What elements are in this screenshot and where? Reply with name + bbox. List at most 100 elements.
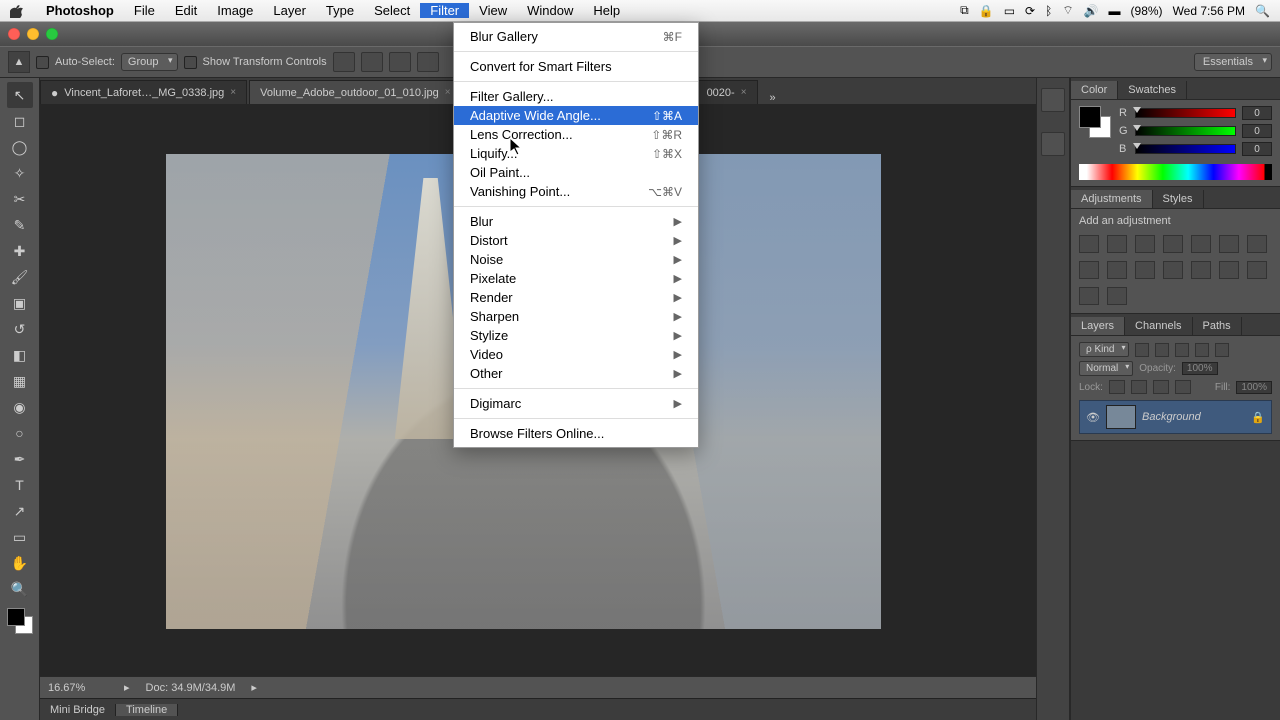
auto-select-mode[interactable]: Group: [121, 53, 178, 71]
threshold-icon[interactable]: [1247, 261, 1267, 279]
filter-menu-item[interactable]: Browse Filters Online...: [454, 424, 698, 443]
battery-icon[interactable]: ▬: [1109, 4, 1121, 18]
lookup-icon[interactable]: [1163, 261, 1183, 279]
menu-file[interactable]: File: [124, 3, 165, 18]
mini-bridge-tab[interactable]: Mini Bridge: [40, 704, 116, 716]
filter-menu-item[interactable]: Noise▶: [454, 250, 698, 269]
paths-tab[interactable]: Paths: [1193, 317, 1242, 335]
close-button[interactable]: [8, 28, 20, 40]
opacity-value[interactable]: 100%: [1182, 362, 1218, 375]
spotlight-icon[interactable]: 🔍: [1255, 4, 1270, 18]
history-brush-tool-icon[interactable]: ↺: [7, 316, 33, 342]
zoom-tool-icon[interactable]: 🔍: [7, 576, 33, 602]
zoom-level[interactable]: 16.67%: [48, 682, 108, 694]
filter-menu-item[interactable]: Other▶: [454, 364, 698, 383]
photo-filter-icon[interactable]: [1107, 261, 1127, 279]
filter-menu-item[interactable]: Distort▶: [454, 231, 698, 250]
current-tool-icon[interactable]: ▲: [8, 51, 30, 73]
align-icon[interactable]: [417, 52, 439, 72]
color-swatch[interactable]: [1079, 106, 1111, 138]
menu-select[interactable]: Select: [364, 3, 420, 18]
show-transform-checkbox[interactable]: [184, 56, 197, 69]
properties-panel-icon[interactable]: [1041, 132, 1065, 156]
curves-icon[interactable]: [1135, 235, 1155, 253]
selective-color-icon[interactable]: [1107, 287, 1127, 305]
document-tab[interactable]: Volume_Adobe_outdoor_01_010.jpg×: [249, 80, 461, 104]
lock-all-icon[interactable]: [1175, 380, 1191, 394]
filter-menu-item[interactable]: Lens Correction...⇧⌘R: [454, 125, 698, 144]
apple-icon[interactable]: [8, 2, 26, 20]
menu-window[interactable]: Window: [517, 3, 583, 18]
channels-tab[interactable]: Channels: [1125, 317, 1192, 335]
fg-swatch[interactable]: [1079, 106, 1101, 128]
document-tab[interactable]: 0020-×: [696, 80, 758, 104]
foreground-background-swatch[interactable]: [7, 608, 33, 634]
clock[interactable]: Wed 7:56 PM: [1173, 4, 1245, 18]
brightness-icon[interactable]: [1079, 235, 1099, 253]
gradient-tool-icon[interactable]: ▦: [7, 368, 33, 394]
filter-menu-item[interactable]: Liquify...⇧⌘X: [454, 144, 698, 163]
path-tool-icon[interactable]: ↗: [7, 498, 33, 524]
status-menu-icon[interactable]: ▸: [251, 681, 257, 694]
filter-menu-item[interactable]: Render▶: [454, 288, 698, 307]
stamp-tool-icon[interactable]: ▣: [7, 290, 33, 316]
wifi-icon[interactable]: ⌔: [1062, 3, 1073, 18]
filter-menu-item[interactable]: Vanishing Point...⌥⌘V: [454, 182, 698, 201]
filter-menu-item[interactable]: Oil Paint...: [454, 163, 698, 182]
g-value[interactable]: 0: [1242, 124, 1272, 138]
filter-menu-item[interactable]: Stylize▶: [454, 326, 698, 345]
bw-icon[interactable]: [1079, 261, 1099, 279]
swatches-tab[interactable]: Swatches: [1118, 81, 1187, 99]
type-tool-icon[interactable]: T: [7, 472, 33, 498]
align-icon[interactable]: [333, 52, 355, 72]
align-icon[interactable]: [389, 52, 411, 72]
lock-pixels-icon[interactable]: [1131, 380, 1147, 394]
menu-type[interactable]: Type: [316, 3, 364, 18]
gradient-map-icon[interactable]: [1079, 287, 1099, 305]
filter-icon[interactable]: [1135, 343, 1149, 357]
invert-icon[interactable]: [1191, 261, 1211, 279]
blend-mode-select[interactable]: Normal: [1079, 361, 1133, 376]
filter-icon[interactable]: [1195, 343, 1209, 357]
filter-menu-item[interactable]: Pixelate▶: [454, 269, 698, 288]
workspace-switcher[interactable]: Essentials: [1194, 53, 1272, 71]
color-spectrum[interactable]: [1079, 164, 1272, 180]
history-panel-icon[interactable]: [1041, 88, 1065, 112]
filter-icon[interactable]: [1155, 343, 1169, 357]
sync-icon[interactable]: ⟳: [1025, 4, 1035, 18]
balance-icon[interactable]: [1247, 235, 1267, 253]
filter-menu-item[interactable]: Video▶: [454, 345, 698, 364]
levels-icon[interactable]: [1107, 235, 1127, 253]
document-tab[interactable]: ●Vincent_Laforet…_MG_0338.jpg×: [40, 80, 247, 104]
b-value[interactable]: 0: [1242, 142, 1272, 156]
posterize-icon[interactable]: [1219, 261, 1239, 279]
app-name[interactable]: Photoshop: [36, 3, 124, 18]
layer-row[interactable]: 👁 Background 🔒: [1079, 400, 1272, 434]
tabs-overflow[interactable]: »: [764, 92, 782, 104]
display-icon[interactable]: ▭: [1004, 4, 1015, 18]
filter-menu-item[interactable]: Digimarc▶: [454, 394, 698, 413]
volume-icon[interactable]: 🔊: [1084, 4, 1099, 18]
wand-tool-icon[interactable]: ✧: [7, 160, 33, 186]
menu-help[interactable]: Help: [583, 3, 630, 18]
styles-tab[interactable]: Styles: [1153, 190, 1204, 208]
auto-select-checkbox[interactable]: [36, 56, 49, 69]
hue-icon[interactable]: [1219, 235, 1239, 253]
lock-transparent-icon[interactable]: [1109, 380, 1125, 394]
filter-menu-item[interactable]: Blur▶: [454, 212, 698, 231]
foreground-color[interactable]: [7, 608, 25, 626]
adjustments-tab[interactable]: Adjustments: [1071, 190, 1153, 208]
layer-thumbnail[interactable]: [1106, 405, 1136, 429]
layer-filter-kind[interactable]: ρ Kind: [1079, 342, 1129, 357]
move-tool-icon[interactable]: ↖: [7, 82, 33, 108]
crop-tool-icon[interactable]: ✂: [7, 186, 33, 212]
shape-tool-icon[interactable]: ▭: [7, 524, 33, 550]
menu-view[interactable]: View: [469, 3, 517, 18]
layers-tab[interactable]: Layers: [1071, 317, 1125, 335]
brush-tool-icon[interactable]: 🖌: [7, 264, 33, 290]
color-tab[interactable]: Color: [1071, 81, 1118, 99]
timeline-tab[interactable]: Timeline: [116, 704, 178, 716]
vibrance-icon[interactable]: [1191, 235, 1211, 253]
blur-tool-icon[interactable]: ◉: [7, 394, 33, 420]
marquee-tool-icon[interactable]: ◻: [7, 108, 33, 134]
